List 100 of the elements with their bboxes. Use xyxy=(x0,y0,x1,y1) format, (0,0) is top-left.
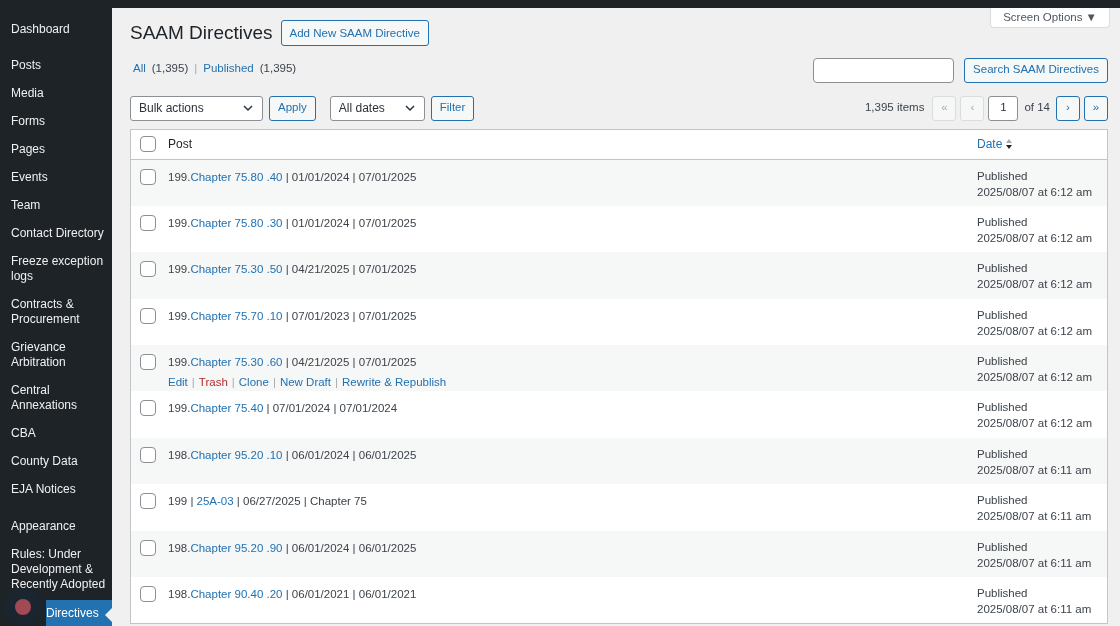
search-field[interactable] xyxy=(813,57,955,83)
column-header-link[interactable]: Date xyxy=(977,135,1098,153)
item-count: 1,395 items xyxy=(864,100,925,116)
sidebar-item[interactable]: Directives xyxy=(46,600,112,626)
row-action-link[interactable]: Trash xyxy=(198,374,228,392)
post-link[interactable]: 25A-03 xyxy=(196,495,234,508)
post-date: 2025/08/07 at 6:12 am xyxy=(977,277,1094,293)
post-status: Published xyxy=(977,586,1029,601)
row-action-link[interactable]: Clone xyxy=(238,374,269,392)
post-link[interactable]: Chapter 75.40 xyxy=(190,402,264,415)
post-title: 199.Chapter 75.70 .10 | 07/01/2023 | 07/01/2025 xyxy=(168,308,418,324)
last-page-button[interactable]: » xyxy=(1084,95,1108,121)
post-date: 2025/08/07 at 6:12 am xyxy=(977,370,1094,386)
bulk-actions-select[interactable]: Bulk actions xyxy=(130,95,263,121)
post-date: 2025/08/07 at 6:11 am xyxy=(977,462,1093,478)
view-filter-link[interactable]: All xyxy=(133,60,146,78)
row-checkbox[interactable] xyxy=(140,136,156,152)
row-checkbox[interactable] xyxy=(140,214,156,231)
row-checkbox[interactable] xyxy=(140,261,156,278)
sidebar-item[interactable]: Freeze exception logs xyxy=(0,247,112,290)
post-date: 2025/08/07 at 6:12 am xyxy=(977,230,1094,246)
row-action-link[interactable]: Rewrite & Republish xyxy=(342,374,447,392)
post-link[interactable]: Chapter 75.80 .30 xyxy=(190,216,283,229)
post-link[interactable]: Chapter 95.20 .10 xyxy=(190,448,283,461)
sidebar-item[interactable]: Forms xyxy=(0,107,112,135)
row-checkbox[interactable] xyxy=(140,168,156,185)
row-checkbox[interactable] xyxy=(140,307,156,324)
row-checkbox[interactable] xyxy=(140,586,156,602)
sidebar-item[interactable]: Posts xyxy=(0,51,112,79)
search-button[interactable]: Search SAAM Directives xyxy=(964,57,1108,83)
post-date: 2025/08/07 at 6:11 am xyxy=(977,555,1093,571)
sidebar-item[interactable]: Grievance Arbitration xyxy=(0,333,112,376)
sidebar-item[interactable]: Team xyxy=(0,191,112,219)
add-new-button[interactable]: Add New SAAM Directive xyxy=(280,20,429,47)
post-title: 198.Chapter 90.40 .20 | 06/01/2021 | 06/01/2021 xyxy=(168,587,418,602)
chevron-down-icon xyxy=(242,102,254,114)
filter-button[interactable]: Filter xyxy=(430,95,475,121)
sidebar-item[interactable]: Dashboard xyxy=(0,15,112,43)
sidebar-item[interactable]: Contracts & Procurement xyxy=(0,290,112,333)
post-date: 2025/08/07 at 6:12 am xyxy=(977,416,1094,432)
next-page-button[interactable]: › xyxy=(1056,95,1080,121)
sidebar-item[interactable]: Media xyxy=(0,79,112,107)
row-checkbox[interactable] xyxy=(140,400,156,417)
view-count: (1,395) xyxy=(151,61,189,77)
row-action-link[interactable]: Edit xyxy=(168,374,188,392)
separator: | xyxy=(191,375,195,391)
post-status: Published xyxy=(977,400,1029,416)
sidebar-item[interactable]: Contact Directory xyxy=(0,219,112,247)
post-link[interactable]: Chapter 75.70 .10 xyxy=(190,309,283,322)
sort-icon xyxy=(1005,138,1014,150)
post-date: 2025/08/07 at 6:11 am xyxy=(977,509,1093,525)
post-title: 198.Chapter 95.20 .90 | 06/01/2024 | 06/01/2025 xyxy=(168,540,418,556)
post-title: 199.Chapter 75.40 | 07/01/2024 | 07/01/2024 xyxy=(168,401,399,417)
page-number-field[interactable]: 1 xyxy=(988,95,1019,121)
view-filter-link[interactable]: Published xyxy=(203,60,254,78)
sidebar-item[interactable]: Pages xyxy=(0,135,112,163)
page-title: SAAM Directives xyxy=(130,21,273,45)
row-checkbox[interactable] xyxy=(140,493,156,510)
separator: | xyxy=(272,375,276,391)
date-filter-select[interactable]: All dates xyxy=(329,95,425,121)
row-checkbox[interactable] xyxy=(140,539,156,556)
post-title: 199.Chapter 75.30 .60 | 04/21/2025 | 07/01/2025 xyxy=(168,355,418,371)
sidebar-item[interactable]: CBA xyxy=(0,419,112,447)
post-status: Published xyxy=(977,493,1029,509)
post-link[interactable]: Chapter 75.30 .50 xyxy=(190,263,283,276)
apply-button[interactable]: Apply xyxy=(269,95,316,121)
current-indicator-icon xyxy=(105,608,112,622)
column-header: Post xyxy=(168,136,193,153)
row-checkbox[interactable] xyxy=(140,446,156,463)
view-count: (1,395) xyxy=(259,61,297,77)
sidebar-item[interactable]: EJA Notices xyxy=(0,475,112,503)
row-checkbox[interactable] xyxy=(140,354,156,371)
post-date: 2025/08/07 at 6:12 am xyxy=(977,184,1094,200)
post-date: 2025/08/07 at 6:12 am xyxy=(977,323,1094,339)
post-date: 2025/08/07 at 6:11 am xyxy=(977,602,1093,617)
post-title: 199.Chapter 75.80 .30 | 01/01/2024 | 07/01/2025 xyxy=(168,215,418,231)
post-status: Published xyxy=(977,168,1029,184)
separator: | xyxy=(335,375,338,391)
post-link[interactable]: Chapter 95.20 .90 xyxy=(190,541,283,554)
post-status: Published xyxy=(977,214,1029,230)
sidebar-item[interactable]: Central Annexations xyxy=(0,376,112,419)
post-title: 198.Chapter 95.20 .10 | 06/01/2024 | 06/01/2025 xyxy=(168,447,418,463)
post-link[interactable]: Chapter 90.40 .20 xyxy=(190,588,283,600)
sidebar-item[interactable]: Events xyxy=(0,163,112,191)
sidebar-item[interactable]: County Data xyxy=(0,447,112,475)
post-link[interactable]: Chapter 75.30 .60 xyxy=(190,356,283,369)
post-title: 199.Chapter 75.30 .50 | 04/21/2025 | 07/01/2025 xyxy=(168,262,418,278)
post-title: 199.Chapter 75.80 .40 | 01/01/2024 | 07/01/2025 xyxy=(168,169,418,185)
post-status: Published xyxy=(977,446,1029,462)
post-status: Published xyxy=(977,354,1029,370)
row-action-link[interactable]: New Draft xyxy=(279,374,331,392)
page-total: of 14 xyxy=(1024,100,1050,116)
post-link[interactable]: Chapter 75.80 .40 xyxy=(190,170,283,183)
screen-options-tab[interactable]: Screen Options ▼ xyxy=(990,8,1110,28)
sidebar-item[interactable]: Appearance xyxy=(0,512,112,540)
chevron-down-icon xyxy=(403,102,416,114)
sidebar-item[interactable]: Rules: Under Development & Recently Adopted xyxy=(0,540,112,598)
post-status: Published xyxy=(977,261,1029,277)
separator: | xyxy=(231,375,235,391)
separator: | xyxy=(194,61,198,77)
